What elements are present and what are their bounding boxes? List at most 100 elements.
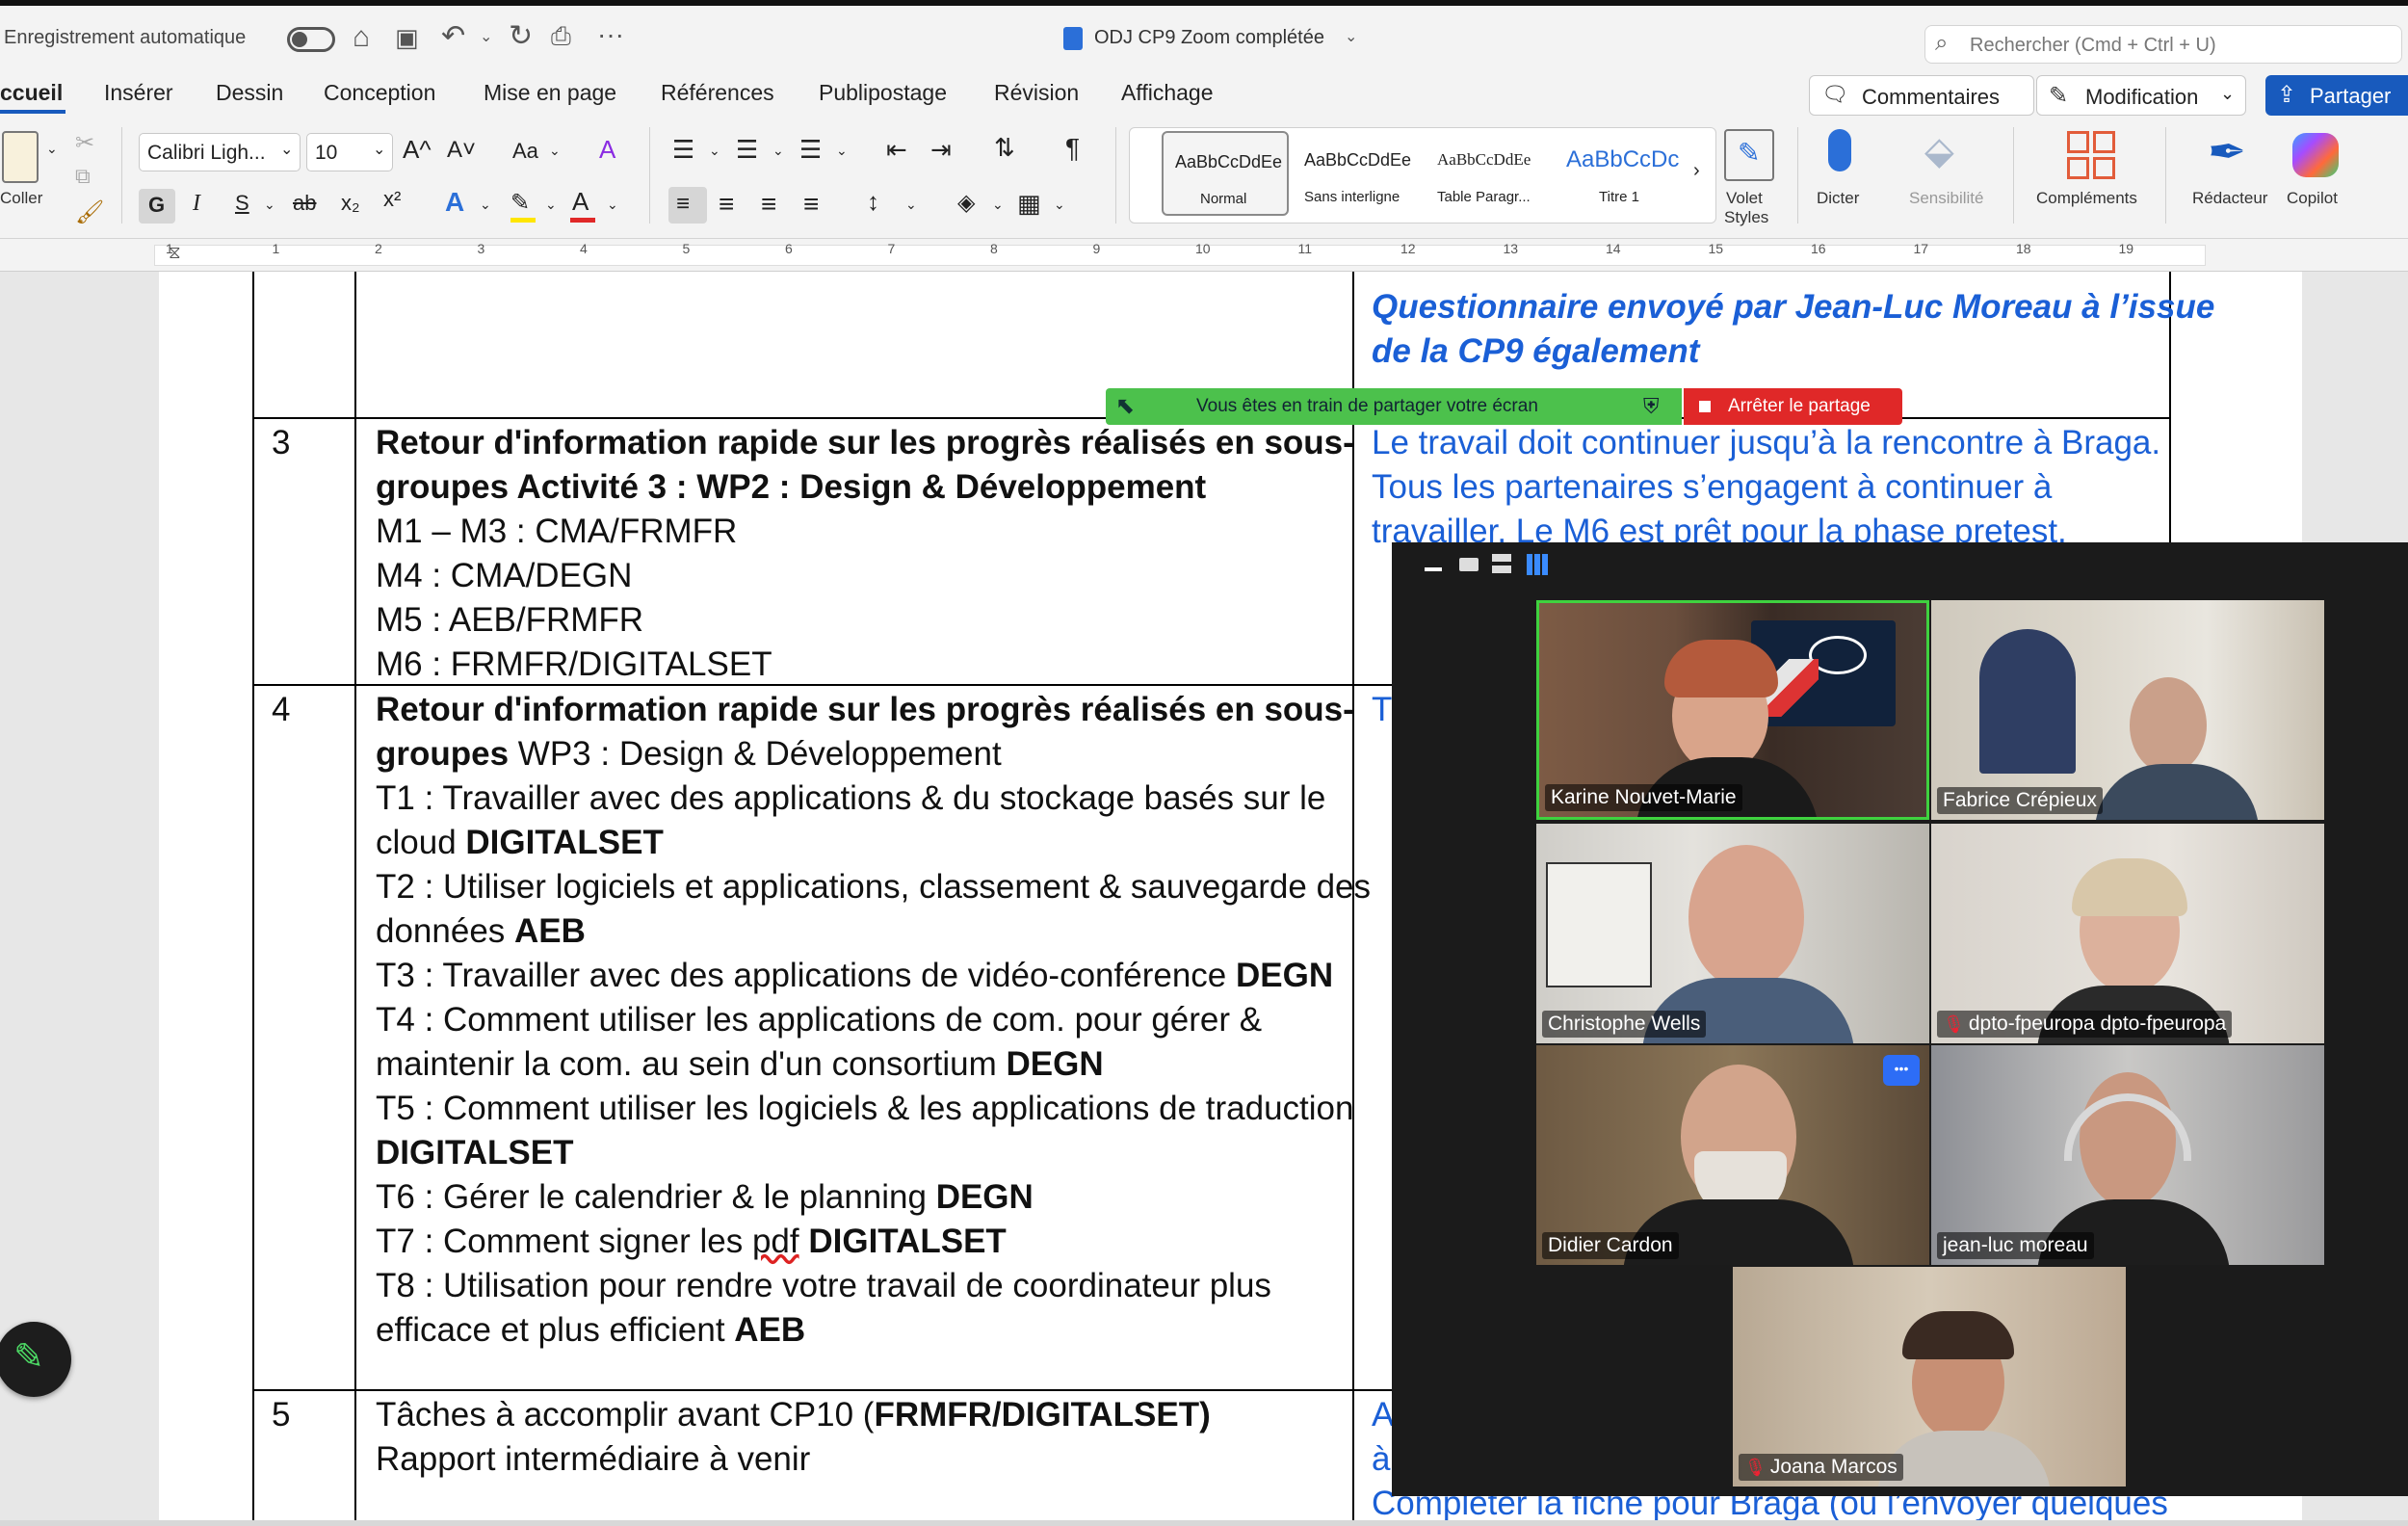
gallery-more-icon[interactable]: › (1693, 160, 1700, 182)
editing-mode-button[interactable]: ✎ Modification ⌄ (2036, 75, 2246, 116)
floating-annotate-button[interactable]: ✎ (0, 1322, 71, 1397)
underline-button[interactable]: S (235, 191, 249, 216)
format-painter-icon[interactable]: 🖌 (75, 198, 104, 226)
font-color-icon[interactable]: A (572, 187, 589, 217)
chevron-down-icon[interactable]: ⌄ (1054, 197, 1065, 213)
single-view-icon[interactable] (1459, 558, 1479, 571)
chevron-down-icon[interactable]: ⌄ (836, 143, 848, 159)
clear-formatting-icon[interactable]: A (599, 135, 615, 165)
tile-more-button[interactable]: ••• (1883, 1055, 1920, 1086)
decrease-indent-icon[interactable]: ⇤ (886, 135, 907, 165)
ruler-number: 1 (166, 241, 173, 256)
tab-dessin[interactable]: Dessin (216, 80, 283, 106)
shrink-font-icon[interactable]: A˅ (447, 137, 476, 164)
highlight-icon[interactable]: ✎ (510, 189, 530, 217)
font-size-select[interactable]: 10 ⌄ (306, 133, 393, 171)
microphone-icon[interactable] (1828, 129, 1851, 171)
chevron-down-icon[interactable]: ⌄ (709, 143, 720, 159)
chevron-down-icon[interactable]: ⌄ (772, 143, 784, 159)
change-case-icon[interactable]: Aa (512, 139, 538, 164)
title-chevron-down-icon[interactable]: ⌄ (1345, 27, 1357, 46)
borders-icon[interactable]: ▦ (1017, 189, 1041, 219)
font-name-select[interactable]: Calibri Ligh... ⌄ (139, 133, 301, 171)
align-right-icon[interactable]: ≡ (761, 189, 776, 220)
tab-publipostage[interactable]: Publipostage (819, 80, 947, 106)
align-center-icon[interactable]: ≡ (719, 189, 734, 220)
undo-icon[interactable]: ↶ (441, 19, 465, 53)
participant-tile[interactable]: jean-luc moreau (1931, 1045, 2324, 1265)
share-button[interactable]: ⇪ Partager (2265, 75, 2408, 116)
addins-icon[interactable] (2067, 131, 2115, 179)
comments-button[interactable]: 🗨 Commentaires (1809, 75, 2034, 116)
styles-pane-icon[interactable]: ✎ (1724, 129, 1774, 181)
chevron-down-icon[interactable]: ⌄ (549, 143, 561, 159)
save-icon[interactable]: ▣ (395, 23, 419, 53)
participant-tile[interactable]: Fabrice Crépieux (1931, 600, 2324, 820)
undo-dropdown-icon[interactable]: ⌄ (480, 27, 492, 46)
style-table-paragraph[interactable]: AaBbCcDdEe Table Paragr... (1426, 131, 1553, 216)
increase-indent-icon[interactable]: ⇥ (930, 135, 952, 165)
pencil-icon: ✎ (13, 1337, 44, 1378)
bullets-icon[interactable]: ☰ (672, 135, 694, 165)
paste-dropdown-icon[interactable]: ⌄ (46, 141, 58, 157)
grow-font-icon[interactable]: A^ (403, 135, 432, 165)
strikethrough-button[interactable]: ab (293, 191, 316, 216)
align-left-button[interactable]: ≡ (668, 187, 707, 224)
stop-share-button[interactable]: Arrêter le partage (1684, 388, 1902, 425)
chevron-down-icon[interactable]: ⌄ (264, 197, 275, 213)
bold-button[interactable]: G (139, 189, 175, 224)
line-spacing-icon[interactable]: ↕ (867, 187, 879, 217)
chevron-down-icon[interactable]: ⌄ (480, 197, 491, 213)
paste-icon[interactable] (2, 131, 39, 183)
gallery-view-icon[interactable] (1527, 554, 1548, 575)
search-box[interactable]: ⌕ Rechercher (Cmd + Ctrl + U) (1924, 25, 2402, 64)
tab-inserer[interactable]: Insérer (104, 80, 173, 106)
style-titre-1[interactable]: AaBbCcDc Titre 1 (1558, 131, 1686, 216)
chevron-down-icon: ⌄ (373, 142, 386, 158)
more-icon[interactable]: ··· (597, 19, 624, 50)
multilevel-list-icon[interactable]: ☰ (799, 135, 822, 165)
superscript-button[interactable]: x² (383, 187, 401, 212)
task-text: maintenir la com. au sein d'un consortiu… (376, 1045, 1007, 1083)
autosave-toggle[interactable] (287, 27, 335, 52)
tab-affichage[interactable]: Affichage (1121, 80, 1213, 106)
chevron-down-icon[interactable]: ⌄ (607, 197, 618, 213)
tab-accueil[interactable]: ccueil (0, 80, 63, 106)
participant-tile[interactable]: Christophe Wells (1536, 824, 1929, 1043)
show-marks-icon[interactable]: ¶ (1065, 133, 1080, 164)
participant-tile[interactable]: 🎙 dpto-fpeuropa dpto-fpeuropa (1931, 824, 2324, 1043)
chevron-down-icon[interactable]: ⌄ (545, 197, 557, 213)
text-effects-icon[interactable]: A (445, 187, 464, 218)
justify-icon[interactable]: ≡ (803, 189, 819, 220)
minimize-icon[interactable] (1425, 567, 1442, 571)
copy-icon[interactable]: ⧉ (75, 164, 91, 189)
subscript-button[interactable]: x₂ (341, 191, 360, 216)
participant-hair (1664, 640, 1778, 697)
copilot-icon[interactable] (2292, 133, 2339, 177)
chevron-down-icon[interactable]: ⌄ (992, 197, 1004, 213)
ruler-number: 4 (580, 241, 588, 256)
participant-tile[interactable]: 🎙 Joana Marcos (1733, 1267, 2126, 1487)
participant-tile[interactable]: ••• Didier Cardon (1536, 1045, 1929, 1265)
cut-icon[interactable]: ✂ (75, 129, 94, 157)
tab-revision[interactable]: Révision (994, 80, 1079, 106)
tab-references[interactable]: Références (661, 80, 774, 106)
italic-button[interactable]: I (193, 191, 200, 217)
style-sans-interligne[interactable]: AaBbCcDdEe Sans interligne (1293, 131, 1420, 216)
sensitivity-icon[interactable]: ⬙ (1924, 129, 1954, 173)
redo-icon[interactable]: ↻ (509, 19, 533, 53)
task-t1-line1: T1 : Travailler avec des applications & … (376, 779, 1326, 817)
stack-view-icon[interactable] (1492, 554, 1511, 573)
style-normal[interactable]: AaBbCcDdEe Normal (1162, 131, 1289, 216)
sort-icon[interactable]: ⇅ (994, 133, 1015, 163)
numbering-icon[interactable]: ☰ (736, 135, 758, 165)
editor-icon[interactable]: ✒ (2208, 125, 2246, 179)
participant-tile[interactable]: Karine Nouvet-Marie (1536, 600, 1929, 820)
tab-conception[interactable]: Conception (324, 80, 435, 106)
print-icon[interactable]: ⎙ (551, 21, 571, 52)
tab-mise-en-page[interactable]: Mise en page (484, 80, 616, 106)
shading-icon[interactable]: ◈ (957, 189, 975, 217)
home-icon[interactable]: ⌂ (353, 21, 370, 54)
chevron-down-icon[interactable]: ⌄ (905, 197, 917, 213)
document-title[interactable]: ODJ CP9 Zoom complétée (1094, 27, 1324, 49)
